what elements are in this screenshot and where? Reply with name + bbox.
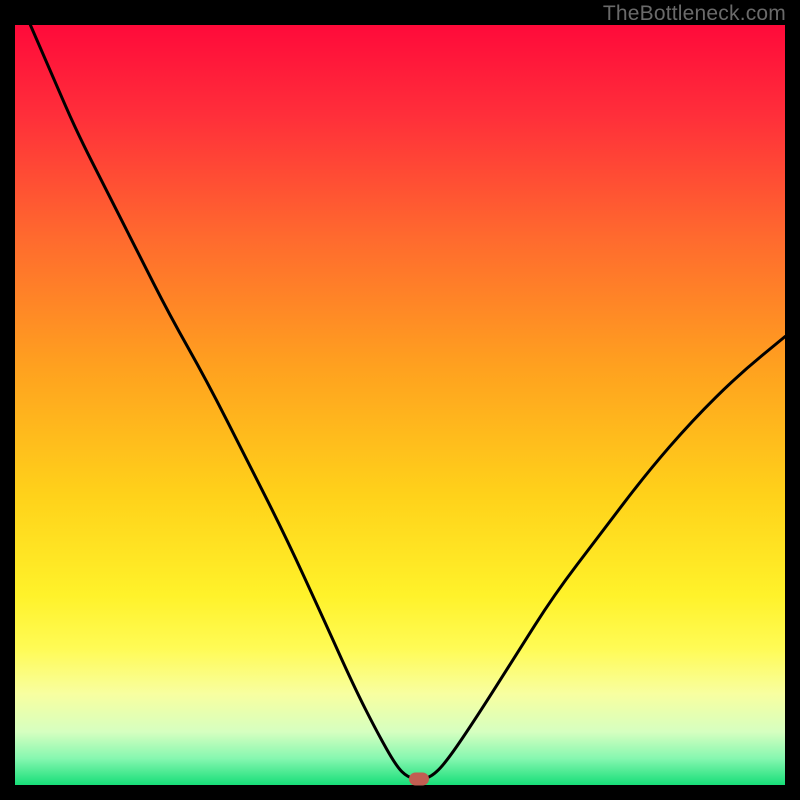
chart-stage: TheBottleneck.com bbox=[0, 0, 800, 800]
bottleneck-curve bbox=[30, 25, 785, 779]
curve-layer bbox=[15, 25, 785, 785]
watermark-text: TheBottleneck.com bbox=[603, 2, 786, 26]
optimal-point-marker bbox=[409, 772, 429, 785]
plot-area bbox=[15, 25, 785, 785]
